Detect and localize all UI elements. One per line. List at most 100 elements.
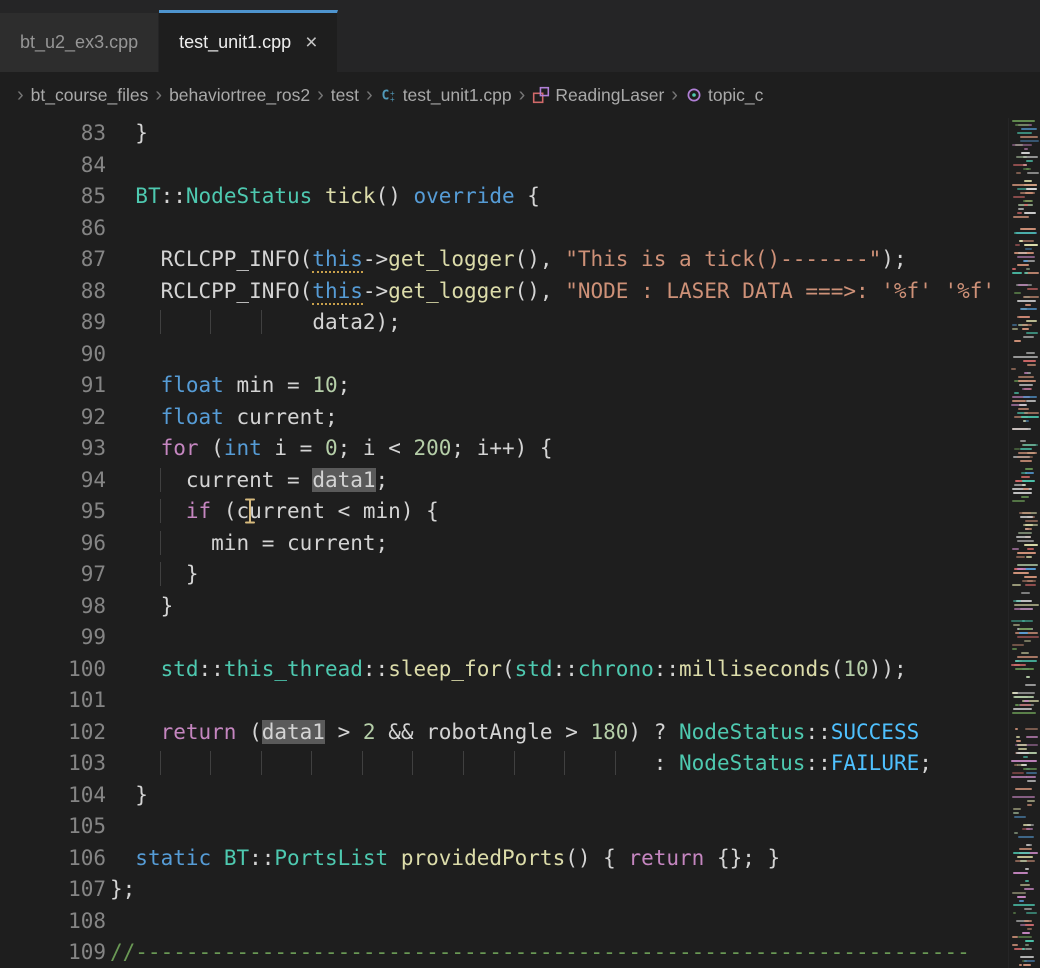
line-number[interactable]: 99 [0, 622, 106, 654]
line-number[interactable]: 108 [0, 906, 106, 938]
indent-guide [160, 751, 212, 775]
minimap-bar [1014, 816, 1026, 818]
minimap-bar [1020, 516, 1033, 518]
code-line[interactable]: 96 min = current; [0, 528, 1040, 560]
line-number[interactable]: 98 [0, 591, 106, 623]
code-line[interactable]: 94 current = data1; [0, 465, 1040, 497]
code-line[interactable]: 95 if (current < min) { [0, 496, 1040, 528]
code-line[interactable]: 91 float min = 10; [0, 370, 1040, 402]
code-line[interactable]: 106 static BT::PortsList providedPorts()… [0, 843, 1040, 875]
breadcrumb-item-behaviortree-ros2[interactable]: behaviortree_ros2 [169, 85, 310, 106]
code-text: std::this_thread::sleep_for(std::chrono:… [110, 654, 1040, 686]
tab-test-unit1[interactable]: test_unit1.cpp × [159, 10, 338, 72]
breadcrumb-item-topic-c[interactable]: topic_c [685, 85, 763, 106]
minimap-bar [1025, 568, 1036, 570]
tab-bt-u2-ex3[interactable]: bt_u2_ex3.cpp [0, 13, 159, 72]
code-text: RCLCPP_INFO(this->get_logger(), "NODE : … [110, 276, 1040, 308]
code-line[interactable]: 103 : NodeStatus::FAILURE; [0, 748, 1040, 780]
code-line[interactable]: 84 [0, 150, 1040, 182]
line-number[interactable]: 107 [0, 874, 106, 906]
code-line[interactable]: 92 float current; [0, 402, 1040, 434]
code-line[interactable]: 102 return (data1 > 2 && robotAngle > 18… [0, 717, 1040, 749]
breadcrumb-item-readinglaser[interactable]: ReadingLaser [532, 85, 664, 106]
minimap-bar [1013, 852, 1030, 854]
breadcrumb-item-test-unit1-cpp[interactable]: C++test_unit1.cpp [380, 85, 512, 106]
code-line[interactable]: 89 data2); [0, 307, 1040, 339]
line-number[interactable]: 91 [0, 370, 106, 402]
code-line[interactable]: 107}; [0, 874, 1040, 906]
minimap-bar [1019, 848, 1032, 850]
line-number[interactable]: 87 [0, 244, 106, 276]
code-line[interactable]: 101 [0, 685, 1040, 717]
code-line[interactable]: 86 [0, 213, 1040, 245]
code-line[interactable]: 100 std::this_thread::sleep_for(std::chr… [0, 654, 1040, 686]
indent-guide [160, 468, 186, 492]
minimap-bar [1020, 956, 1035, 958]
line-number[interactable]: 92 [0, 402, 106, 434]
code-line[interactable]: 105 [0, 811, 1040, 843]
minimap-bar [1015, 668, 1033, 670]
minimap-bar [1021, 592, 1030, 594]
line-number[interactable]: 102 [0, 717, 106, 749]
line-number[interactable]: 104 [0, 780, 106, 812]
svg-text:+: + [390, 95, 395, 104]
code-line[interactable]: 109//-----------------------------------… [0, 937, 1040, 968]
line-number[interactable]: 83 [0, 118, 106, 150]
code-line[interactable]: 97 } [0, 559, 1040, 591]
minimap-bar [1012, 268, 1016, 270]
line-number[interactable]: 86 [0, 213, 106, 245]
minimap-bar [1027, 928, 1032, 930]
line-number[interactable]: 97 [0, 559, 106, 591]
minimap-bar [1014, 392, 1019, 394]
code-line[interactable]: 108 [0, 906, 1040, 938]
minimap-bar [1027, 364, 1036, 366]
code-line[interactable]: 98 } [0, 591, 1040, 623]
minimap-bar [1022, 580, 1033, 582]
code-line[interactable]: 87 RCLCPP_INFO(this->get_logger(), "This… [0, 244, 1040, 276]
line-number[interactable]: 96 [0, 528, 106, 560]
line-number[interactable]: 94 [0, 465, 106, 497]
code-line[interactable]: 93 for (int i = 0; i < 200; i++) { [0, 433, 1040, 465]
code-text: : NodeStatus::FAILURE; [110, 748, 1040, 780]
line-number[interactable]: 85 [0, 181, 106, 213]
minimap[interactable] [1008, 118, 1040, 968]
minimap-bar [1017, 552, 1036, 554]
minimap-bar [1013, 872, 1029, 874]
indent-guide [261, 310, 313, 334]
minimap-bar [1014, 340, 1021, 342]
minimap-bar [1017, 300, 1036, 302]
code-line[interactable]: 88 RCLCPP_INFO(this->get_logger(), "NODE… [0, 276, 1040, 308]
line-number[interactable]: 106 [0, 843, 106, 875]
code-line[interactable]: 85 BT::NodeStatus tick() override { [0, 181, 1040, 213]
indent-guide [261, 751, 313, 775]
code-text: } [110, 591, 1040, 623]
line-number[interactable]: 100 [0, 654, 106, 686]
code-line[interactable]: 104 } [0, 780, 1040, 812]
breadcrumb-label: ReadingLaser [555, 85, 664, 106]
line-number[interactable]: 88 [0, 276, 106, 308]
minimap-bar [1013, 196, 1025, 198]
minimap-bar [1021, 652, 1028, 654]
line-number[interactable]: 84 [0, 150, 106, 182]
line-number[interactable]: 93 [0, 433, 106, 465]
line-number[interactable]: 105 [0, 811, 106, 843]
code-line[interactable]: 90 [0, 339, 1040, 371]
breadcrumb-item-bt-course-files[interactable]: bt_course_files [31, 85, 149, 106]
minimap-bar [1026, 168, 1031, 170]
breadcrumb-item-test[interactable]: test [331, 85, 359, 106]
line-number[interactable]: 95 [0, 496, 106, 528]
close-icon[interactable]: × [305, 32, 317, 53]
line-number[interactable]: 90 [0, 339, 106, 371]
line-number[interactable]: 103 [0, 748, 106, 780]
code-line[interactable]: 83 } [0, 118, 1040, 150]
symbol-class-icon [532, 86, 550, 104]
line-number[interactable]: 109 [0, 937, 106, 968]
chevron-right-icon: › [148, 85, 169, 105]
minimap-bar [1019, 404, 1028, 406]
line-number[interactable]: 101 [0, 685, 106, 717]
line-number[interactable]: 89 [0, 307, 106, 339]
code-text: RCLCPP_INFO(this->get_logger(), "This is… [110, 244, 1040, 276]
minimap-bar [1014, 484, 1025, 486]
code-line[interactable]: 99 [0, 622, 1040, 654]
minimap-bar [1024, 272, 1028, 274]
